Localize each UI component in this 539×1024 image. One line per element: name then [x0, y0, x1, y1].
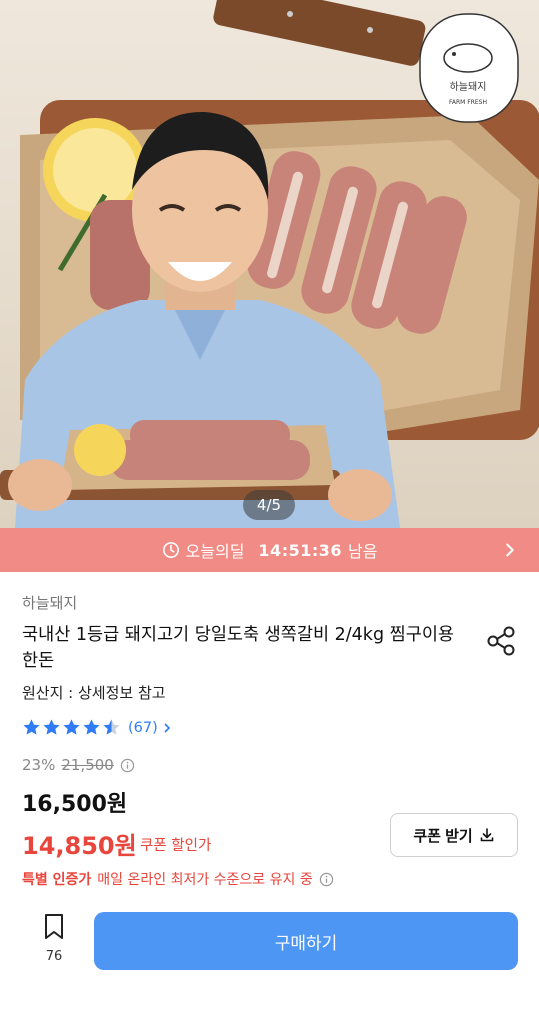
star-icon: [63, 719, 80, 735]
wishlist-button[interactable]: 76: [36, 913, 72, 977]
get-coupon-label: 쿠폰 받기: [413, 827, 473, 845]
deal-label: 오늘의딜: [185, 542, 245, 561]
info-icon[interactable]: [319, 872, 334, 887]
product-photo: 하늘돼지 FARM FRESH: [0, 0, 539, 528]
get-coupon-button[interactable]: 쿠폰 받기: [390, 813, 518, 857]
download-icon: [480, 828, 493, 842]
original-price: 21,500: [61, 756, 114, 774]
deal-timer-suffix: 남음: [348, 542, 378, 561]
discount-row: 23% 21,500: [22, 756, 135, 774]
clock-icon: [162, 541, 179, 559]
review-count: (67): [128, 719, 158, 736]
bookmark-icon: [45, 914, 63, 939]
star-icon: [43, 719, 60, 735]
origin-info: 원산지 : 상세정보 참고: [22, 684, 166, 702]
wishlist-count: 76: [45, 949, 63, 964]
review-count-link[interactable]: (67): [128, 720, 173, 736]
share-icon[interactable]: [484, 624, 518, 658]
discount-rate: 23%: [22, 756, 56, 774]
brand-name[interactable]: 하늘돼지: [22, 592, 77, 613]
notice-text: 매일 온라인 최저가 수준으로 유지 중: [97, 872, 313, 888]
bottom-action-bar: 76 구매하기: [0, 905, 539, 1024]
rating-row[interactable]: (67): [22, 718, 173, 737]
coupon-label: 쿠폰 할인가: [140, 838, 212, 854]
chevron-right-icon: [506, 543, 514, 557]
info-icon[interactable]: [120, 758, 135, 773]
star-icon: [23, 719, 40, 735]
logo-subtext: FARM FRESH: [449, 99, 487, 106]
star-rating: [22, 718, 122, 737]
half-star-icon: [103, 719, 120, 735]
product-image-carousel[interactable]: 하늘돼지 FARM FRESH 4/5: [0, 0, 539, 528]
brand-logo-badge: 하늘돼지 FARM FRESH: [419, 13, 519, 123]
image-counter: 4/5: [243, 490, 295, 520]
coupon-price: 14,850원: [22, 832, 137, 860]
todays-deal-banner[interactable]: 오늘의딜 14:51:36 남음: [0, 528, 539, 572]
chevron-right-icon: [164, 722, 170, 733]
price-notice: 특별 인증가 매일 온라인 최저가 수준으로 유지 중: [22, 869, 334, 889]
deal-timer: 14:51:36: [258, 540, 343, 560]
sale-price: 16,500원: [22, 792, 128, 817]
notice-highlight: 특별 인증가: [22, 872, 92, 888]
buy-button[interactable]: 구매하기: [94, 912, 518, 970]
star-icon: [83, 719, 100, 735]
product-title: 국내산 1등급 돼지고기 당일도축 생쪽갈비 2/4kg 찜구이용 한돈: [22, 625, 455, 671]
logo-text: 하늘돼지: [450, 80, 487, 93]
